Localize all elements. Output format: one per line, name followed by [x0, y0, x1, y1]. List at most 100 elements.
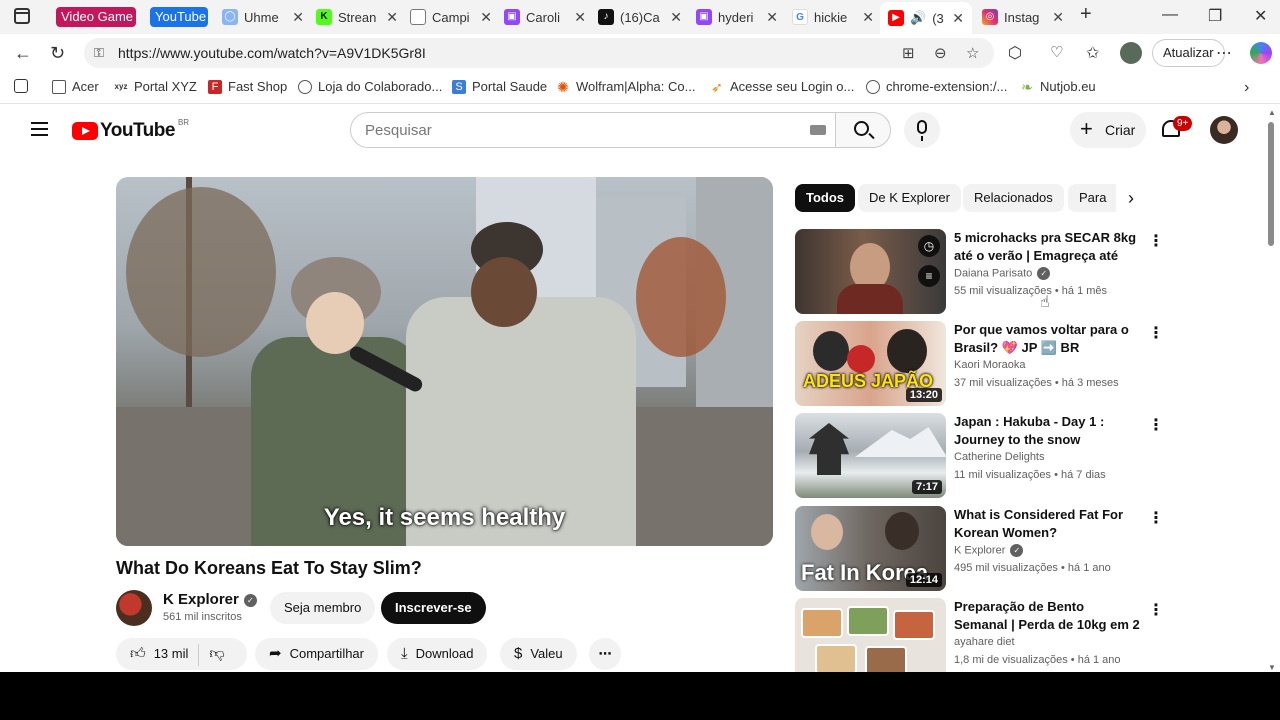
thumbs-down-icon[interactable]: 👎︎ — [209, 645, 224, 662]
recommendation-title[interactable]: Japan : Hakuba - Day 1 : Journey to the … — [954, 413, 1140, 449]
zoom-icon[interactable]: ⊖ — [934, 44, 947, 62]
recommendation-title[interactable]: What is Considered Fat For Korean Women? — [954, 506, 1140, 542]
recommendation-thumbnail[interactable]: Fat In Korea 12:14 — [795, 506, 946, 591]
copilot-icon[interactable] — [1250, 42, 1272, 64]
favorites-icon[interactable]: ✩ — [1086, 43, 1099, 63]
voice-search-button[interactable] — [904, 112, 940, 148]
more-options-kebab-icon[interactable]: ⋮ — [1148, 323, 1164, 343]
recommendation-title[interactable]: Por que vamos voltar para o Brasil? 💖 JP… — [954, 321, 1140, 357]
close-icon[interactable]: ✕ — [952, 10, 964, 27]
tab-uhme[interactable]: ◯ Uhme ✕ — [222, 5, 306, 29]
video-player[interactable]: Yes, it seems healthy — [116, 177, 773, 546]
tab-group-video-game[interactable]: Video Game — [56, 7, 136, 27]
close-window-icon[interactable]: ✕ — [1254, 6, 1267, 26]
recommendation-title[interactable]: Preparação de Bento Semanal | Perda de 1… — [954, 598, 1140, 634]
tab-campi[interactable]: Campi ✕ — [410, 5, 494, 29]
close-icon[interactable]: ✕ — [480, 9, 492, 26]
join-button[interactable]: Seja membro — [270, 592, 376, 624]
tab-youtube-active[interactable]: ▶ 🔊 (3 ✕ — [880, 2, 972, 34]
watch-later-clock-icon[interactable]: ◷ — [918, 235, 940, 257]
close-icon[interactable]: ✕ — [766, 9, 778, 26]
thumbs-up-icon[interactable]: 👍︎ — [130, 645, 146, 662]
recommendation-item[interactable]: Preparação de Bento Semanal | Perda de 1… — [795, 598, 1165, 672]
recommendation-channel[interactable]: Catherine Delights — [954, 451, 1045, 463]
bookmark-portal-xyz[interactable]: xyz Portal XYZ — [114, 79, 197, 94]
restore-icon[interactable]: ❐ — [1208, 6, 1222, 26]
close-icon[interactable]: ✕ — [862, 9, 874, 26]
recommendation-thumbnail[interactable]: 7:17 — [795, 413, 946, 498]
add-to-queue-icon[interactable]: ≡ — [918, 265, 940, 287]
profile-avatar[interactable] — [1120, 42, 1142, 64]
close-icon[interactable]: ✕ — [386, 9, 398, 26]
scroll-down-arrow-icon[interactable]: ▼ — [1268, 663, 1276, 672]
like-count[interactable]: 13 mil — [154, 646, 189, 661]
back-arrow-icon[interactable]: ← — [14, 43, 32, 64]
recommendation-thumbnail[interactable]: ◷ ≡ — [795, 229, 946, 314]
bookmark-acer[interactable]: Acer — [52, 79, 99, 94]
thanks-button[interactable]: $ Valeu — [500, 638, 577, 670]
chip-from-channel[interactable]: De K Explorer — [858, 184, 961, 212]
youtube-logo[interactable]: YouTube BR — [72, 118, 189, 142]
bookmark-chrome-extension[interactable]: chrome-extension:/... — [866, 79, 1007, 94]
bookmark-portal-saude[interactable]: S Portal Saude — [452, 79, 547, 94]
bookmark-nutjob[interactable]: ❧ Nutjob.eu — [1020, 79, 1096, 94]
tab-hickie[interactable]: G hickie ✕ — [792, 5, 876, 29]
recommendation-item[interactable]: 7:17 Japan : Hakuba - Day 1 : Journey to… — [795, 413, 1165, 499]
tab-hyderi[interactable]: ▣ hyderi ✕ — [696, 5, 780, 29]
recommendation-item[interactable]: ADEUS JAPÃO 13:20 Por que vamos voltar p… — [795, 321, 1165, 407]
apps-icon[interactable]: ⊞ — [902, 44, 915, 62]
recommendation-channel[interactable]: Kaori Moraoka — [954, 359, 1026, 371]
search-button[interactable] — [835, 112, 891, 148]
recommendation-title[interactable]: 5 microhacks pra SECAR 8kg até o verão |… — [954, 229, 1140, 265]
tab-instagram[interactable]: ◎ Instag ✕ — [982, 5, 1066, 29]
close-icon[interactable]: ✕ — [292, 9, 304, 26]
recommendation-thumbnail[interactable]: ADEUS JAPÃO 13:20 — [795, 321, 946, 406]
recommendation-channel[interactable]: Daiana Parisato ✓ — [954, 267, 1051, 280]
more-options-kebab-icon[interactable]: ⋮ — [1148, 415, 1164, 435]
new-tab-button[interactable]: + — [1080, 3, 1092, 26]
tab-actions-icon[interactable] — [14, 8, 30, 24]
menu-hamburger-icon[interactable] — [31, 122, 48, 136]
more-options-kebab-icon[interactable]: ⋮ — [1148, 600, 1164, 620]
reload-icon[interactable]: ↻ — [50, 43, 65, 64]
favorite-star-icon[interactable]: ☆ — [966, 44, 979, 62]
recommendation-item[interactable]: ◷ ≡ 5 microhacks pra SECAR 8kg até o ver… — [795, 229, 1165, 315]
recommendation-channel[interactable]: ayahare diet — [954, 636, 1015, 648]
more-actions-icon[interactable]: ⋯ — [589, 638, 621, 670]
bookmark-fast-shop[interactable]: F Fast Shop — [208, 79, 287, 94]
bookmark-acesse-login[interactable]: ➶ Acesse seu Login o... — [710, 79, 854, 94]
extensions-icon[interactable]: ⬡ — [1008, 43, 1022, 63]
chevron-right-icon[interactable]: › — [1128, 188, 1134, 209]
close-icon[interactable]: ✕ — [1052, 9, 1064, 26]
bookmarks-more-chevron-icon[interactable]: › — [1244, 79, 1249, 97]
browser-essentials-icon[interactable]: ♡ — [1050, 43, 1063, 61]
collections-icon[interactable] — [14, 79, 34, 93]
recommendation-item[interactable]: Fat In Korea 12:14 What is Considered Fa… — [795, 506, 1165, 592]
create-button[interactable]: + Criar — [1070, 112, 1146, 148]
page-scrollbar[interactable]: ▲ ▼ — [1268, 108, 1276, 672]
keyboard-icon[interactable] — [810, 125, 826, 135]
channel-name[interactable]: K Explorer ✓ — [163, 591, 257, 608]
share-button[interactable]: ➦ Compartilhar — [255, 638, 378, 670]
update-button[interactable]: Atualizar — [1152, 39, 1225, 67]
speaker-icon[interactable]: 🔊 — [910, 10, 926, 26]
tab-tiktok[interactable]: ♪ (16)Ca ✕ — [598, 5, 684, 29]
bookmark-wolfram[interactable]: ✺ Wolfram|Alpha: Co... — [556, 79, 695, 94]
tab-stream[interactable]: K Strean ✕ — [316, 5, 400, 29]
tab-caroli[interactable]: ▣ Caroli ✕ — [504, 5, 588, 29]
close-icon[interactable]: ✕ — [574, 9, 586, 26]
recommendation-channel[interactable]: K Explorer ✓ — [954, 544, 1024, 557]
chip-all[interactable]: Todos — [795, 184, 856, 212]
subscribe-button[interactable]: Inscrever-se — [381, 592, 486, 624]
channel-avatar[interactable] — [116, 590, 152, 626]
url-text[interactable]: https://www.youtube.com/watch?v=A9V1DK5G… — [118, 45, 426, 61]
account-avatar[interactable] — [1210, 116, 1238, 144]
site-info-icon[interactable]: ⚿ — [94, 45, 104, 61]
download-button[interactable]: ⤓ Download — [387, 638, 488, 670]
scrollbar-thumb[interactable] — [1268, 122, 1274, 246]
more-options-kebab-icon[interactable]: ⋮ — [1148, 231, 1164, 251]
url-field[interactable]: ⚿ https://www.youtube.com/watch?v=A9V1DK… — [84, 38, 994, 68]
chip-related[interactable]: Relacionados — [963, 184, 1064, 212]
recommendation-thumbnail[interactable] — [795, 598, 946, 672]
chip-for-you[interactable]: Para — [1068, 184, 1116, 212]
